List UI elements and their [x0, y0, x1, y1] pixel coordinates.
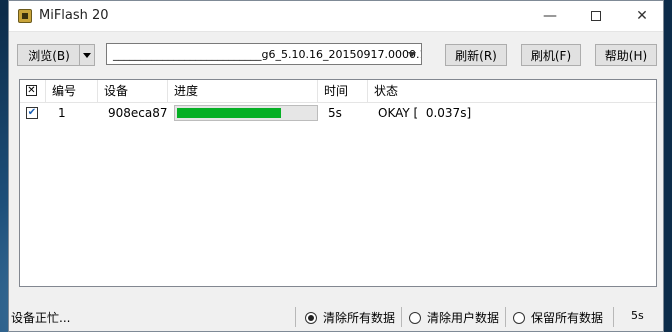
radio-icon[interactable]: [409, 311, 421, 324]
row-id: 1: [58, 106, 66, 120]
table-header: ✕ 编号 设备 进度 时间 状态: [20, 80, 656, 103]
refresh-button[interactable]: 刷新(R): [445, 44, 507, 66]
minimize-icon: —: [543, 8, 557, 24]
status-separator: [295, 307, 296, 327]
row-time: 5s: [328, 106, 342, 120]
column-header-id[interactable]: 编号: [46, 80, 98, 102]
status-bar: 设备正忙... 清除所有数据 清除用户数据 保留所有数据 5s: [9, 303, 663, 331]
row-checkbox[interactable]: ✔: [26, 107, 38, 119]
column-header-time[interactable]: 时间: [318, 80, 368, 102]
column-header-device[interactable]: 设备: [98, 80, 168, 102]
radio-clear-user[interactable]: 清除用户数据: [409, 309, 499, 326]
minimize-button[interactable]: —: [527, 1, 573, 31]
radio-icon[interactable]: [305, 311, 317, 324]
radio-keep-all-label: 保留所有数据: [531, 311, 604, 325]
status-separator: [401, 307, 402, 327]
status-text: 设备正忙...: [11, 311, 71, 325]
radio-clear-user-label: 清除用户数据: [427, 311, 500, 325]
column-header-progress[interactable]: 进度: [168, 80, 318, 102]
row-status: OKAY [ 0.037s]: [378, 106, 472, 120]
select-all-checkbox[interactable]: ✕: [26, 85, 37, 96]
window-title: MiFlash 20: [39, 8, 109, 23]
table-row[interactable]: ✔ 1 908eca87 5s OKAY [ 0.037s]: [20, 102, 656, 124]
row-progress-bar: [174, 105, 318, 121]
status-separator: [505, 307, 506, 327]
title-bar: MiFlash 20 — ✕: [9, 1, 663, 32]
status-separator: [613, 307, 614, 327]
radio-keep-all[interactable]: 保留所有数据: [513, 309, 603, 326]
flash-button[interactable]: 刷机(F): [521, 44, 581, 66]
rom-path-value: ___________________________g6_5.10.16_20…: [113, 48, 421, 61]
device-table: ✕ 编号 设备 进度 时间 状态 ✔ 1 908eca87 5s OKAY [ …: [19, 79, 657, 287]
row-device: 908eca87: [108, 106, 168, 120]
rom-path-combobox[interactable]: ___________________________g6_5.10.16_20…: [106, 43, 422, 65]
browse-dropdown-button[interactable]: [79, 44, 95, 66]
miflash-window: MiFlash 20 — ✕ 浏览(B) ___________________…: [8, 0, 664, 332]
maximize-button[interactable]: [573, 1, 619, 31]
close-icon: ✕: [636, 8, 648, 24]
radio-clear-all[interactable]: 清除所有数据: [305, 309, 395, 326]
radio-icon[interactable]: [513, 311, 525, 324]
browse-button[interactable]: 浏览(B): [17, 44, 81, 66]
header-select-cell: ✕: [20, 80, 46, 102]
help-button[interactable]: 帮助(H): [595, 44, 657, 66]
status-time: 5s: [631, 309, 644, 322]
close-button[interactable]: ✕: [619, 1, 665, 31]
dropdown-arrow-icon[interactable]: [408, 52, 416, 57]
column-header-status[interactable]: 状态: [368, 80, 656, 102]
radio-clear-all-label: 清除所有数据: [323, 311, 396, 325]
maximize-icon: [591, 11, 601, 21]
progress-fill: [177, 108, 281, 118]
app-icon: [18, 9, 32, 23]
